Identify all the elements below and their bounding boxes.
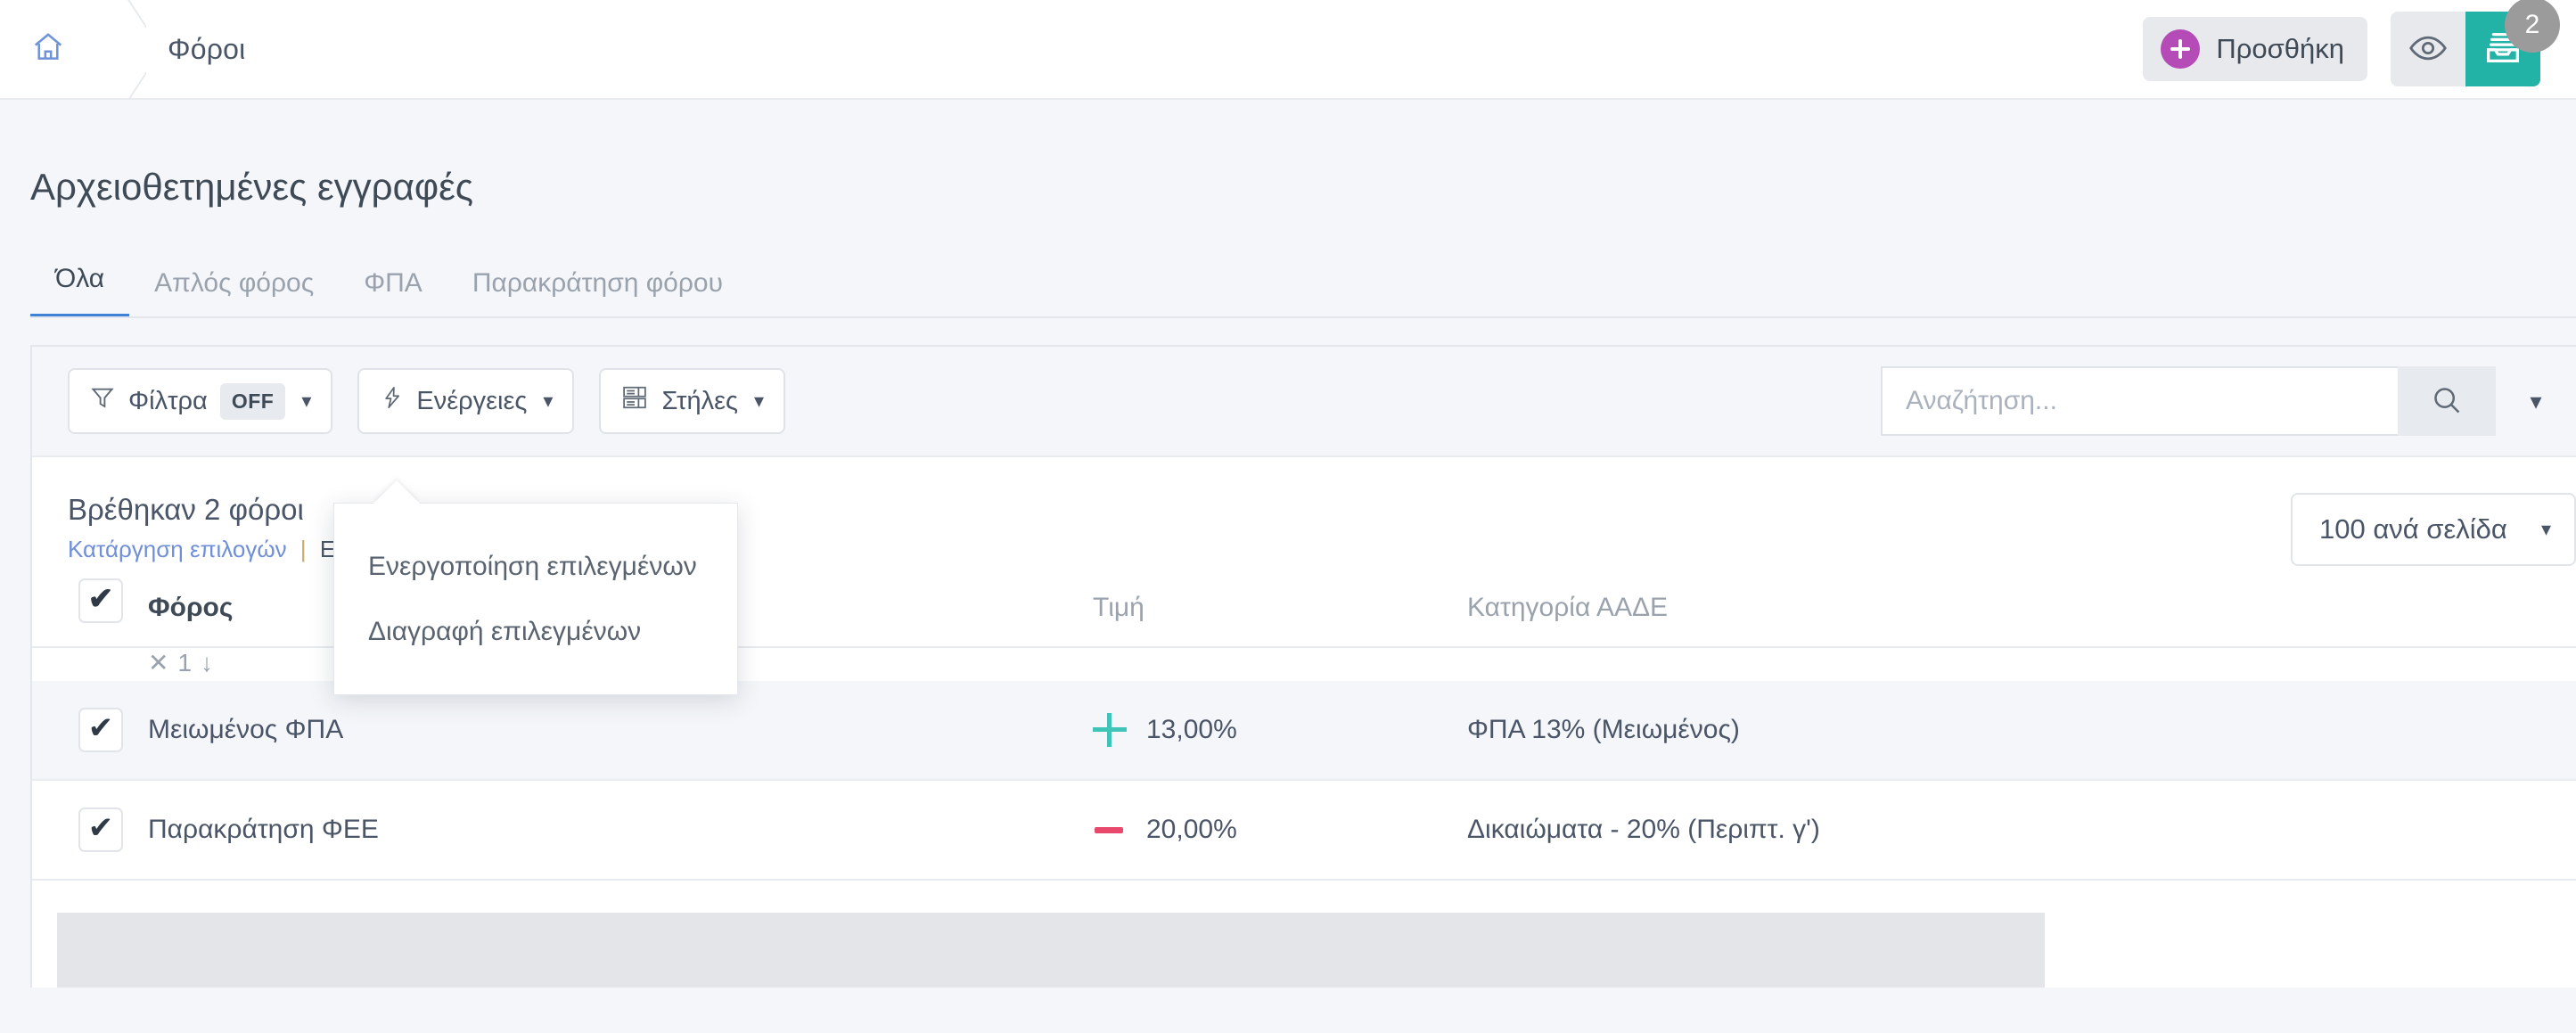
row-name: Μειωμένος ΦΠΑ (148, 681, 1093, 781)
columns-layout-icon (620, 384, 649, 418)
eye-icon (2408, 29, 2448, 70)
chevron-down-icon: ▾ (753, 389, 765, 412)
row-value: 13,00% (1146, 715, 1237, 744)
minus-sign-icon (1093, 813, 1127, 847)
per-page-label: 100 ανά σελίδα (2319, 513, 2507, 545)
row-value: 20,00% (1146, 815, 1237, 844)
actions-label: Ενέργειες (416, 386, 528, 415)
table-toolbar: Φίλτρα OFF ▾ Ενέργειες ▾ Στήλες ▾ Αναζήτ… (32, 347, 2576, 457)
actions-dropdown-menu: Ενεργοποίηση επιλεγμένων Διαγραφή επιλεγ… (333, 503, 738, 695)
page-title: Αρχειοθετημένες εγγραφές (30, 166, 474, 208)
filters-label: Φίλτρα (128, 386, 208, 415)
results-summary: Βρέθηκαν 2 φόροι Κατάργηση επιλογών | Επ (68, 493, 351, 563)
plus-sign-icon (1093, 713, 1127, 747)
top-bar: Φόροι Προσθήκη 2 (0, 0, 2576, 100)
actions-button[interactable]: Ενέργειες ▾ (357, 368, 575, 434)
selection-links: Κατάργηση επιλογών | Επ (68, 536, 351, 563)
archived-records-button[interactable]: 2 (2465, 0, 2560, 86)
breadcrumb-current-label: Φόροι (168, 32, 246, 65)
row-value-cell: 20,00% (1093, 780, 1467, 881)
columns-label: Στήλες (661, 386, 738, 415)
column-header-value[interactable]: Τιμή (1093, 566, 1467, 648)
search-icon (2430, 383, 2464, 420)
select-all-header: ✔ (32, 566, 148, 648)
row-category: ΦΠΑ 13% (Μειωμένος) (1467, 681, 2576, 781)
plus-circle-icon (2161, 29, 2201, 69)
filters-button[interactable]: Φίλτρα OFF ▾ (68, 368, 333, 434)
row-category: Δικαιώματα - 20% (Περιπτ. γ') (1467, 780, 2576, 881)
chevron-down-icon: ▾ (2530, 387, 2542, 414)
clear-sort-icon[interactable]: ✕ (148, 648, 168, 677)
row-checkbox[interactable]: ✔ (78, 708, 123, 752)
archive-badge: 2 (2505, 0, 2560, 53)
clear-selection-link[interactable]: Κατάργηση επιλογών (68, 536, 287, 562)
chevron-down-icon: ▾ (2540, 518, 2551, 540)
tab-bar-underline (30, 316, 2576, 318)
chevron-down-icon: ▾ (543, 389, 554, 412)
search-submit-button[interactable] (2398, 366, 2496, 436)
sort-direction-icon[interactable]: ↓ (201, 649, 213, 677)
loading-skeleton-bar (57, 913, 2045, 988)
view-toggle-group: 2 (2391, 0, 2576, 86)
row-select-cell: ✔ (32, 780, 148, 881)
add-button-label: Προσθήκη (2216, 33, 2344, 64)
select-all-checkbox[interactable]: ✔ (78, 578, 123, 623)
table-body: ✔ Μειωμένος ΦΠΑ 13,00% ΦΠΑ 13% (Μειωμένο… (32, 681, 2576, 881)
checkmark-icon: ✔ (87, 582, 114, 616)
sort-order-number: 1 (177, 648, 193, 676)
home-icon (31, 30, 65, 69)
tab-vat[interactable]: ΦΠΑ (339, 268, 447, 318)
per-page-selector[interactable]: 100 ανά σελίδα ▾ (2291, 493, 2576, 566)
table-row[interactable]: ✔ Παρακράτηση ΦΕΕ 20,00% Δικαιώματα - 20… (32, 780, 2576, 881)
column-header-category[interactable]: Κατηγορία ΑΑΔΕ (1467, 566, 2576, 648)
tab-simple-tax[interactable]: Απλός φόρος (129, 268, 339, 318)
search-input[interactable] (1881, 366, 2398, 436)
tab-withholding-tax[interactable]: Παρακράτηση φόρου (447, 268, 748, 318)
search-bar: ▾ (1881, 366, 2576, 436)
columns-button[interactable]: Στήλες ▾ (599, 368, 786, 434)
row-checkbox[interactable]: ✔ (78, 808, 123, 852)
table-row[interactable]: ✔ Μειωμένος ΦΠΑ 13,00% ΦΠΑ 13% (Μειωμένο… (32, 681, 2576, 781)
top-bar-actions: Προσθήκη 2 (2143, 0, 2576, 99)
funnel-icon (89, 384, 116, 418)
tab-bar: Όλα Απλός φόρος ΦΠΑ Παρακράτηση φόρου (0, 209, 2576, 318)
filters-state-badge: OFF (219, 382, 286, 420)
chevron-down-icon: ▾ (301, 389, 312, 412)
checkmark-icon: ✔ (87, 811, 114, 845)
breadcrumb-home-link[interactable] (0, 0, 96, 99)
breadcrumb-separator-icon (96, 0, 146, 99)
row-name: Παρακράτηση ΦΕΕ (148, 780, 1093, 881)
row-value-cell: 13,00% (1093, 681, 1467, 781)
preview-button[interactable] (2391, 12, 2465, 86)
menu-item-delete-selected[interactable]: Διαγραφή επιλεγμένων (334, 599, 737, 664)
link-separator: | (299, 536, 307, 562)
add-button[interactable]: Προσθήκη (2143, 17, 2367, 81)
lightning-bolt-icon (379, 384, 404, 418)
tab-all[interactable]: Όλα (30, 264, 130, 318)
row-select-cell: ✔ (32, 681, 148, 781)
found-count-text: Βρέθηκαν 2 φόροι (68, 493, 304, 526)
checkmark-icon: ✔ (87, 711, 114, 745)
loading-placeholder-area (32, 881, 2576, 988)
search-options-button[interactable]: ▾ (2496, 366, 2576, 436)
breadcrumb: Φόροι (0, 0, 245, 99)
menu-item-activate-selected[interactable]: Ενεργοποίηση επιλεγμένων (334, 534, 737, 599)
